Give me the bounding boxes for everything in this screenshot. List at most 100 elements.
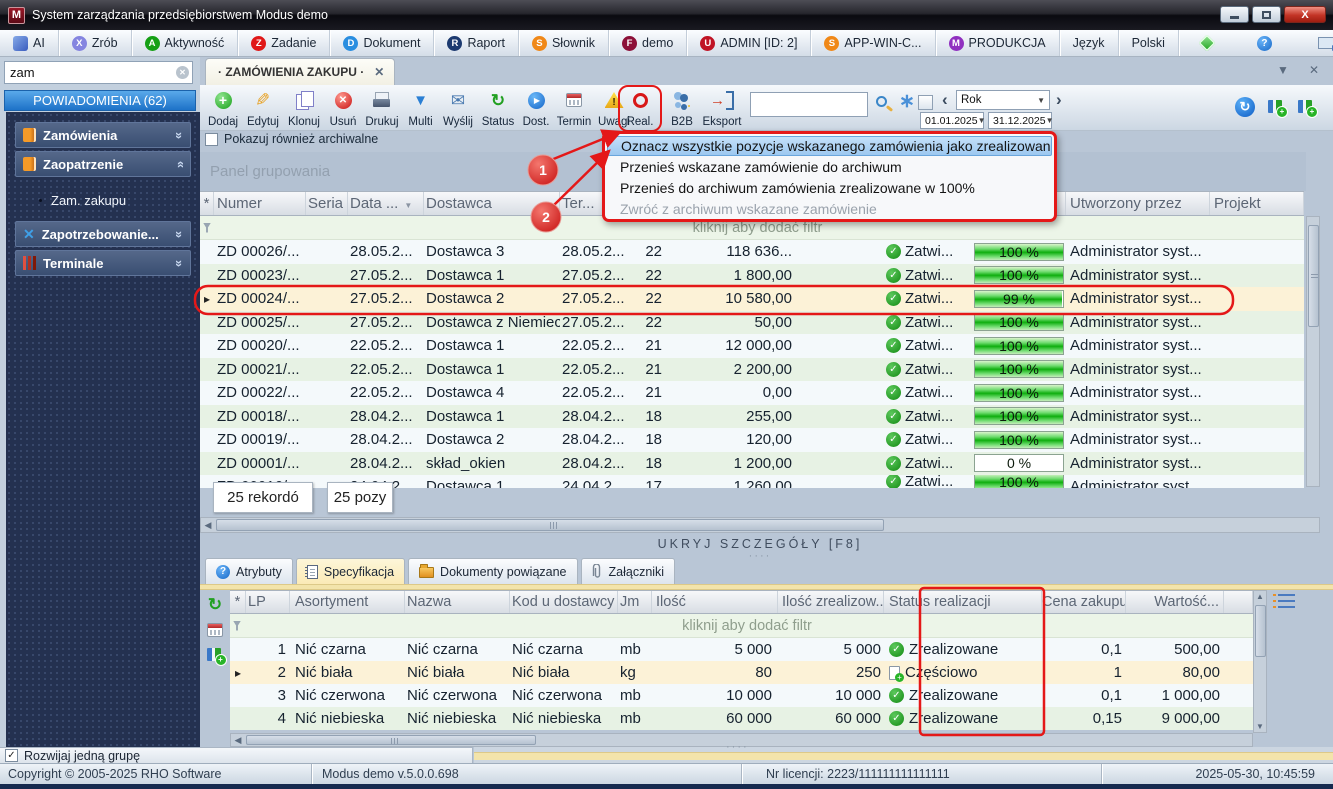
order-row[interactable]: ZD 00025/... 27.05.2... Dostawca z Niemi… <box>200 311 1304 335</box>
menu-item-zrob[interactable]: XZrób <box>59 30 132 56</box>
diamond-icon[interactable] <box>1198 35 1215 52</box>
header-data[interactable]: Data ...▼ <box>348 192 424 215</box>
expand-group-checkbox[interactable]: ✓ <box>5 749 18 762</box>
tab-zalaczniki[interactable]: Załączniki <box>581 558 676 584</box>
multi-button[interactable]: ▼Multi <box>403 88 438 129</box>
spec-row[interactable]: 1 Nić czarna Nić czarna Nić czarna mb 5 … <box>230 638 1253 661</box>
menu-item-slownik[interactable]: SSłownik <box>519 30 609 56</box>
orders-vscrollbar[interactable] <box>1306 216 1320 487</box>
menu-item-mark-all-realized[interactable]: Oznacz wszystkie pozycje wskazanego zamó… <box>607 136 1052 156</box>
refresh-icon[interactable]: ↻ <box>208 596 222 613</box>
add-column-icon[interactable] <box>1268 99 1285 115</box>
tab-close-icon[interactable]: ✕ <box>374 65 384 79</box>
splitter-handle[interactable]: ···· <box>726 741 749 753</box>
dost-button[interactable]: ▶Dost. <box>519 88 553 129</box>
tab-atrybuty[interactable]: ?Atrybuty <box>205 558 293 584</box>
menu-item-raport[interactable]: RRaport <box>434 30 519 56</box>
tab-zamowienia-zakupu[interactable]: · ZAMÓWIENIA ZAKUPU · ✕ <box>205 58 395 85</box>
header-dostawca[interactable]: Dostawca <box>424 192 560 215</box>
order-row[interactable]: ZD 00022/... 22.05.2... Dostawca 4 22.05… <box>200 381 1304 405</box>
period-prev-icon[interactable]: ‹ <box>942 90 948 110</box>
archive-checkbox[interactable] <box>205 133 218 146</box>
menu-item-archive-100[interactable]: Przenieś do archiwum zamówienia zrealizo… <box>607 178 1052 198</box>
filter-hint[interactable]: kliknij aby dodać filtr <box>241 618 1253 634</box>
order-row[interactable]: ZD 00026/... 28.05.2... Dostawca 3 28.05… <box>200 240 1304 264</box>
external-window-icon[interactable] <box>1318 37 1333 49</box>
add-column-icon[interactable] <box>1298 99 1315 115</box>
order-row[interactable]: ZD 00020/... 22.05.2... Dostawca 1 22.05… <box>200 334 1304 358</box>
klonuj-button[interactable]: Klonuj <box>284 88 324 129</box>
spec-row[interactable]: 3 Nić czerwona Nić czerwona Nić czerwona… <box>230 684 1253 707</box>
order-row[interactable]: ZD 00019/... 28.04.2... Dostawca 2 28.04… <box>200 428 1304 452</box>
header-kod[interactable]: Kod u dostawcy <box>510 591 618 613</box>
header-zreal[interactable]: Ilość zrealizow... <box>778 591 884 613</box>
status-button[interactable]: ↻Status <box>478 88 518 129</box>
sidebar-group-terminale[interactable]: Terminale » <box>15 250 191 276</box>
menu-item-dokument[interactable]: DDokument <box>330 30 434 56</box>
menu-item-produkcja[interactable]: MPRODUKCJA <box>936 30 1060 56</box>
tab-specyfikacja[interactable]: Specyfikacja <box>296 558 405 584</box>
tab-dokumenty-powiazane[interactable]: Dokumenty powiązane <box>408 558 577 584</box>
header-seria[interactable]: Seria <box>306 192 348 215</box>
minimize-button[interactable] <box>1220 6 1249 23</box>
menu-item-jezyk[interactable]: Język <box>1060 30 1119 56</box>
header-wartosc[interactable]: Wartość... <box>1126 591 1224 613</box>
menu-item-polski[interactable]: Polski <box>1119 30 1179 56</box>
header-status-realizacji[interactable]: Status realizacji <box>884 591 1042 613</box>
period-next-icon[interactable]: › <box>1056 90 1062 110</box>
sidebar-group-zaopatrzenie[interactable]: Zaopatrzenie » <box>15 151 191 177</box>
menu-item-ai[interactable]: AI <box>0 30 59 56</box>
order-row[interactable]: ZD 00024/... 27.05.2... Dostawca 2 27.05… <box>200 287 1304 311</box>
header-marker[interactable]: * <box>200 192 214 215</box>
archive-filter[interactable]: Pokazuj również archiwalne <box>205 132 378 146</box>
date-to-select[interactable]: 31.12.2025▼ <box>988 112 1052 129</box>
clear-search-icon[interactable]: ✕ <box>176 66 189 79</box>
layout-list-icon[interactable] <box>1278 594 1295 608</box>
order-row[interactable]: ZD 00001/... 28.04.2... skład_okien 28.0… <box>200 452 1304 476</box>
detail-vscrollbar[interactable]: ▲ ▼ <box>1253 590 1267 733</box>
dodaj-button[interactable]: +Dodaj <box>204 88 242 129</box>
menu-item-demo[interactable]: Fdemo <box>609 30 687 56</box>
scrollbar-thumb[interactable] <box>246 735 536 745</box>
edytuj-button[interactable]: ✎Edytuj <box>243 88 283 129</box>
header-jm[interactable]: Jm <box>618 591 652 613</box>
header-nazwa[interactable]: Nazwa <box>405 591 510 613</box>
help-icon[interactable]: ? <box>1257 36 1272 51</box>
notifications-button[interactable]: POWIADOMIENIA (62) <box>4 90 196 111</box>
sidebar-group-zapotrzebowanie[interactable]: ✕ Zapotrzebowanie... » <box>15 221 191 247</box>
search-options-icon[interactable]: ∗ <box>899 90 915 113</box>
spec-row[interactable]: 4 Nić niebieska Nić niebieska Nić niebie… <box>230 707 1253 730</box>
refresh-grid-icon[interactable]: ↻ <box>1235 97 1255 117</box>
expand-group-row[interactable]: ✓ Rozwijaj jedną grupę <box>0 747 473 763</box>
scroll-down-icon[interactable]: ▼ <box>1254 722 1266 731</box>
add-column-icon[interactable] <box>207 647 224 663</box>
header-ilosc[interactable]: Ilość <box>652 591 778 613</box>
menu-item-app-win[interactable]: SAPP-WIN-C... <box>811 30 935 56</box>
sidebar-item-zam-zakupu[interactable]: Zam. zakupu <box>15 180 191 221</box>
scrollbar-thumb[interactable] <box>216 519 884 531</box>
scrollbar-thumb[interactable] <box>1255 605 1266 657</box>
sidebar-search-input[interactable] <box>4 61 193 84</box>
scroll-left-icon[interactable]: ◀ <box>201 520 215 531</box>
calendar-icon[interactable] <box>207 623 223 637</box>
order-row[interactable]: ZD 00018/... 28.04.2... Dostawca 1 28.04… <box>200 405 1304 429</box>
usun-button[interactable]: ✕Usuń <box>325 88 361 129</box>
header-cena[interactable]: Cena zakupu <box>1042 591 1126 613</box>
scroll-up-icon[interactable]: ▲ <box>1254 592 1266 601</box>
tabs-dropdown-icon[interactable]: ▼ <box>1277 63 1289 77</box>
maximize-button[interactable] <box>1252 6 1281 23</box>
termin-button[interactable]: Termin <box>554 88 594 129</box>
search-checkbox[interactable] <box>918 95 933 110</box>
period-select[interactable]: Rok▼ <box>956 90 1050 110</box>
search-icon[interactable] <box>876 96 887 107</box>
quick-search-input[interactable] <box>750 92 868 117</box>
header-lp[interactable]: LP <box>246 591 290 613</box>
scroll-left-icon[interactable]: ◀ <box>231 735 245 746</box>
scrollbar-thumb[interactable] <box>1308 225 1319 327</box>
b2b-button[interactable]: B2B <box>666 88 698 129</box>
date-from-select[interactable]: 01.01.2025▼ <box>920 112 984 129</box>
header-asortyment[interactable]: Asortyment <box>290 591 405 613</box>
header-marker[interactable]: * <box>230 591 246 613</box>
real-button[interactable]: Real. <box>621 88 659 129</box>
close-button[interactable]: X <box>1284 6 1326 23</box>
